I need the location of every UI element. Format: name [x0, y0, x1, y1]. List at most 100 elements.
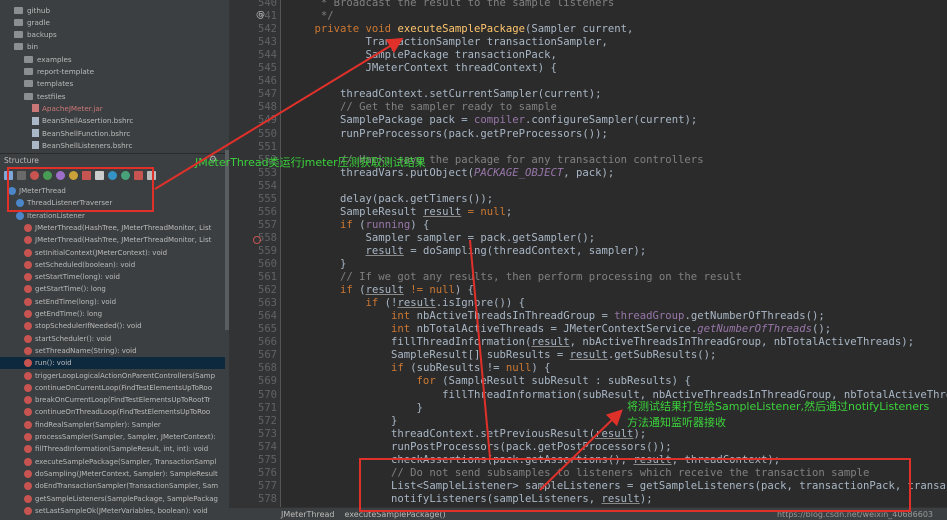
structure-item[interactable]: continueOnCurrentLoop(FindTestElementsUp… [0, 382, 225, 394]
structure-item-label: findRealSampler(Sampler): Sampler [35, 420, 161, 429]
project-tree-item[interactable]: bin [0, 41, 38, 53]
line-number: 567 [258, 349, 277, 362]
structure-item[interactable]: processSampler(Sampler, Sampler, JMeterC… [0, 431, 225, 443]
structure-item[interactable]: setScheduled(boolean): void [0, 259, 225, 271]
structure-item-label: startScheduler(): void [35, 334, 112, 343]
method-icon [24, 445, 32, 454]
code-line: if (running) { [289, 219, 429, 232]
structure-item-label: setStartTime(long): void [35, 273, 120, 282]
project-tree-label: BeanShellListeners.bshrc [42, 140, 133, 150]
code-token: // If we got any results, then perform p… [289, 271, 742, 284]
code-token: threadContext.setPreviousResult( [289, 427, 596, 440]
method-icon [24, 371, 32, 380]
structure-item-label: triggerLoopLogicalActionOnParentControll… [35, 371, 216, 380]
method-icon [24, 322, 32, 331]
code-editor[interactable]: * Broadcast the result to the sample lis… [281, 0, 947, 508]
project-tree-item[interactable]: report-template [0, 66, 94, 78]
project-tree: github gradle backups bin examples report-tem… [0, 0, 225, 153]
project-tree-item[interactable]: backups [0, 29, 57, 41]
code-line: fillThreadInformation(result, nbActiveTh… [289, 336, 914, 349]
project-tree-label: backups [27, 30, 57, 40]
code-token: SamplePackage pack = [289, 114, 474, 127]
project-tree-label: templates [37, 79, 74, 89]
code-token: int [289, 323, 417, 336]
structure-item[interactable]: doSampling(JMeterContext, Sampler): Samp… [0, 468, 225, 480]
structure-item[interactable]: continueOnThreadLoop(FindTestElementsUpT… [0, 406, 225, 418]
code-token: (Sampler current, [525, 23, 634, 36]
folder-icon [14, 31, 23, 39]
code-token: JMeterContext threadContext) { [289, 62, 557, 75]
breakpoint-icon[interactable] [253, 235, 261, 244]
structure-item[interactable]: breakOnCurrentLoop(FindTestElementsUpToR… [0, 394, 225, 406]
code-token: = null [461, 205, 506, 218]
code-token: threadContext.setCurrentSampler(current)… [289, 88, 602, 101]
folder-icon [14, 6, 23, 14]
code-line: * Broadcast the result to the sample lis… [289, 0, 614, 10]
structure-item[interactable]: executeSamplePackage(Sampler, Transactio… [0, 456, 225, 468]
structure-item[interactable]: setEndTime(long): void [0, 296, 225, 308]
line-number: 560 [258, 258, 277, 270]
method-icon [24, 236, 32, 245]
structure-item[interactable]: stopSchedulerIfNeeded(): void [0, 320, 225, 332]
line-number: 568 [258, 362, 277, 375]
line-number: 561 [258, 271, 277, 284]
structure-title: Structure [4, 156, 39, 165]
file-icon [32, 104, 39, 113]
structure-item[interactable]: JMeterThread(HashTree, JMeterThreadMonit… [0, 222, 225, 234]
project-tree-item[interactable]: ApacheJMeter.jar [0, 102, 103, 114]
code-token: delay(pack.getTimers()); [289, 192, 494, 205]
method-icon [24, 310, 32, 318]
method-icon [24, 383, 32, 392]
project-tree-item[interactable]: BeanShellFunction.bshrc [0, 127, 130, 139]
code-token: != null [403, 284, 455, 297]
code-token: running [365, 218, 411, 231]
code-line: int nbTotalActiveThreads = JMeterContext… [289, 323, 831, 336]
code-token: .getSubResults(); [607, 349, 717, 362]
method-icon [24, 297, 32, 306]
structure-item[interactable]: getSampleListeners(SamplePackage, Sample… [0, 493, 225, 505]
structure-item[interactable]: doEndTransactionSampler(TransactionSampl… [0, 480, 225, 492]
project-tree-item[interactable]: templates [0, 78, 73, 90]
folder-icon [24, 92, 33, 100]
project-tree-label: ApacheJMeter.jar [42, 103, 103, 113]
structure-item[interactable]: setInitialContext(JMeterContext): void [0, 247, 225, 259]
structure-item[interactable]: triggerLoopLogicalActionOnParentControll… [0, 370, 225, 382]
structure-item[interactable]: run(): void [0, 357, 225, 370]
override-marker-icon[interactable]: @ [256, 10, 265, 20]
structure-item[interactable]: setThreadName(String): void [0, 345, 225, 357]
structure-item[interactable]: setStartTime(long): void [0, 271, 225, 283]
project-tree-item[interactable]: testfiles [0, 90, 66, 102]
code-line: runPreProcessors(pack.getPreProcessors()… [289, 128, 608, 141]
line-number: 544 [258, 49, 277, 62]
line-number: 545 [258, 62, 277, 75]
structure-item-label: fillThreadInformation(SampleResult, int,… [35, 445, 209, 454]
method-icon [24, 359, 32, 368]
method-icon [24, 285, 32, 294]
structure-item[interactable]: startScheduler(): void [0, 333, 225, 345]
code-line: if (result != null) { [289, 284, 474, 297]
code-token: * Broadcast the result to the sample lis… [289, 0, 615, 9]
structure-item[interactable]: getStartTime(): long [0, 283, 225, 295]
project-tree-item[interactable]: examples [0, 53, 72, 65]
structure-item[interactable]: setLastSampleOk(JMeterVariables, boolean… [0, 505, 225, 517]
method-icon [24, 408, 32, 417]
code-line: */ [289, 10, 334, 23]
code-line: SamplePackage transactionPack, [289, 49, 557, 62]
line-number: 571 [258, 401, 277, 414]
method-icon [24, 482, 32, 491]
breadcrumb-class[interactable]: JMeterThread [229, 510, 345, 519]
structure-item-label: getStartTime(): long [35, 285, 106, 294]
project-tree-item[interactable]: BeanShellAssertion.bshrc [0, 115, 133, 127]
structure-item[interactable]: getEndTime(): long [0, 308, 225, 320]
project-tree-item[interactable]: gradle [0, 16, 50, 28]
code-token: executeSamplePackage [397, 23, 525, 36]
line-number: 565 [258, 323, 277, 336]
structure-item[interactable]: fillThreadInformation(SampleResult, int,… [0, 443, 225, 455]
structure-item[interactable]: JMeterThread(HashTree, JMeterThreadMonit… [0, 234, 225, 246]
project-tree-label: BeanShellAssertion.bshrc [42, 116, 134, 126]
structure-item[interactable]: findRealSampler(Sampler): Sampler [0, 419, 225, 431]
project-tree-item[interactable]: github [0, 4, 50, 16]
project-tree-item[interactable]: BeanShellListeners.bshrc [0, 139, 132, 151]
method-icon [24, 420, 32, 429]
folder-icon [14, 43, 23, 51]
